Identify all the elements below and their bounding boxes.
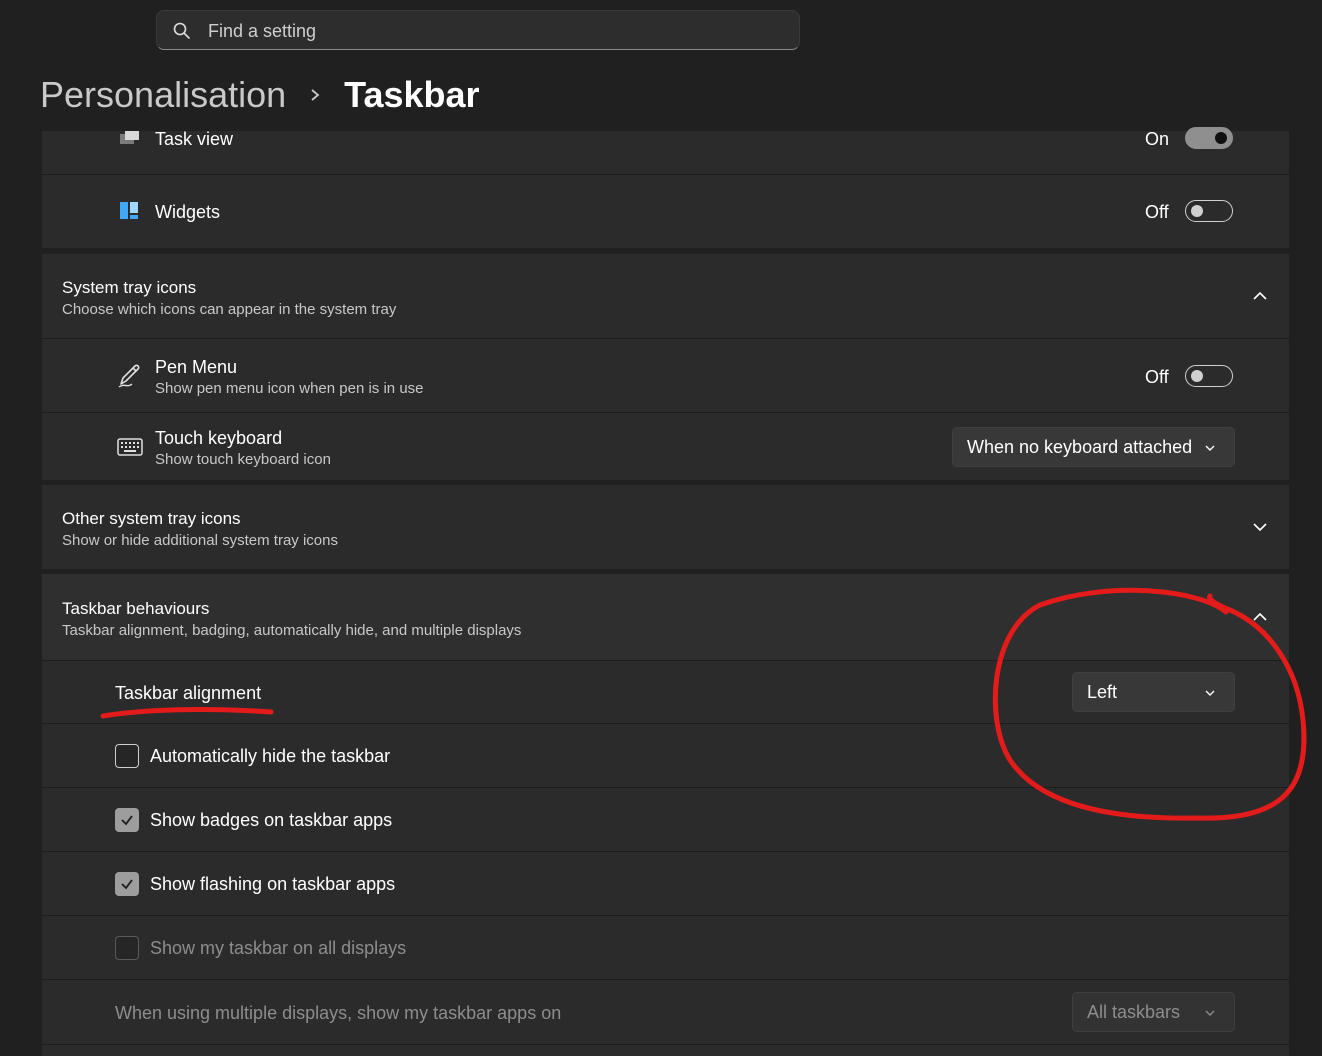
badges-checkbox[interactable] [115,808,139,832]
list-item-flashing[interactable]: Show flashing on taskbar apps [42,851,1289,915]
taskbar-alignment-value: Left [1087,682,1118,702]
task-view-icon [120,131,139,144]
list-item-touch-keyboard: Touch keyboard Show touch keyboard icon … [42,412,1289,480]
system-tray-subtitle: Choose which icons can appear in the sys… [62,301,397,318]
system-tray-header[interactable]: System tray icons Choose which icons can… [42,254,1289,338]
chevron-down-icon[interactable] [1252,519,1268,535]
touch-keyboard-dropdown[interactable]: When no keyboard attached [952,427,1235,467]
breadcrumb: Personalisation Taskbar [40,72,480,118]
badges-label: Show badges on taskbar apps [150,810,393,830]
search-box[interactable]: Find a setting [156,10,800,50]
chevron-down-icon [1205,1010,1215,1016]
taskbar-alignment-dropdown[interactable]: Left [1072,672,1235,712]
widgets-state: Off [1145,202,1169,222]
all-displays-checkbox[interactable] [115,936,139,960]
search-icon [173,22,190,39]
list-item-badges[interactable]: Show badges on taskbar apps [42,787,1289,851]
behaviours-title: Taskbar behaviours [62,599,210,618]
list-item-all-displays[interactable]: Show my taskbar on all displays [42,915,1289,979]
chevron-right-icon [311,89,320,101]
list-item-taskbar-alignment: Taskbar alignment Left [42,660,1289,723]
task-view-toggle[interactable] [1185,127,1233,149]
multi-display-dropdown[interactable]: All taskbars [1072,992,1235,1032]
widgets-toggle[interactable] [1185,200,1233,222]
all-displays-label: Show my taskbar on all displays [150,938,407,958]
task-view-state: On [1145,129,1170,149]
touch-keyboard-subtitle: Show touch keyboard icon [155,451,331,468]
search-input[interactable]: Find a setting [208,21,316,42]
page-title: Taskbar [344,74,480,115]
auto-hide-checkbox[interactable] [115,744,139,768]
flashing-checkbox[interactable] [115,872,139,896]
widgets-label: Widgets [155,202,221,222]
behaviours-subtitle: Taskbar alignment, badging, automaticall… [62,622,522,639]
multi-display-label: When using multiple displays, show my ta… [115,1003,562,1023]
list-item-auto-hide[interactable]: Automatically hide the taskbar [42,723,1289,787]
flashing-label: Show flashing on taskbar apps [150,874,396,894]
list-item-pen-menu: Pen Menu Show pen menu icon when pen is … [42,338,1289,412]
taskbar-items-card: Task view On Widgets Off [42,127,1289,248]
taskbar-alignment-label: Taskbar alignment [115,683,262,703]
pen-menu-state: Off [1145,367,1169,387]
chevron-down-icon [1205,445,1215,451]
chevron-up-icon[interactable] [1252,609,1268,625]
touch-keyboard-label: Touch keyboard [155,428,283,448]
touch-keyboard-value: When no keyboard attached [967,437,1193,457]
list-item-next [42,1044,1289,1056]
pen-icon [118,364,140,388]
chevron-up-icon[interactable] [1252,288,1268,304]
other-tray-title: Other system tray icons [62,509,241,528]
task-view-label: Task view [155,129,234,149]
system-tray-card: System tray icons Choose which icons can… [42,254,1289,480]
pen-menu-label: Pen Menu [155,357,238,377]
check-icon [121,815,133,826]
behaviours-header[interactable]: Taskbar behaviours Taskbar alignment, ba… [42,574,1289,660]
pen-menu-subtitle: Show pen menu icon when pen is in use [155,380,424,397]
pen-menu-toggle[interactable] [1185,365,1233,387]
multi-display-value: All taskbars [1087,1002,1181,1022]
widgets-icon [120,202,138,219]
breadcrumb-parent[interactable]: Personalisation [40,74,286,116]
list-item-task-view: Task view On [42,127,1289,174]
other-tray-card[interactable]: Other system tray icons Show or hide add… [42,485,1289,569]
system-tray-title: System tray icons [62,278,197,297]
list-item-multi-display: When using multiple displays, show my ta… [42,979,1289,1044]
auto-hide-label: Automatically hide the taskbar [150,746,391,766]
other-tray-subtitle: Show or hide additional system tray icon… [62,532,338,549]
keyboard-icon [117,438,143,456]
list-item-widgets: Widgets Off [42,174,1289,248]
chevron-down-icon [1205,690,1215,696]
behaviours-card: Taskbar behaviours Taskbar alignment, ba… [42,574,1289,1056]
check-icon [121,879,133,890]
